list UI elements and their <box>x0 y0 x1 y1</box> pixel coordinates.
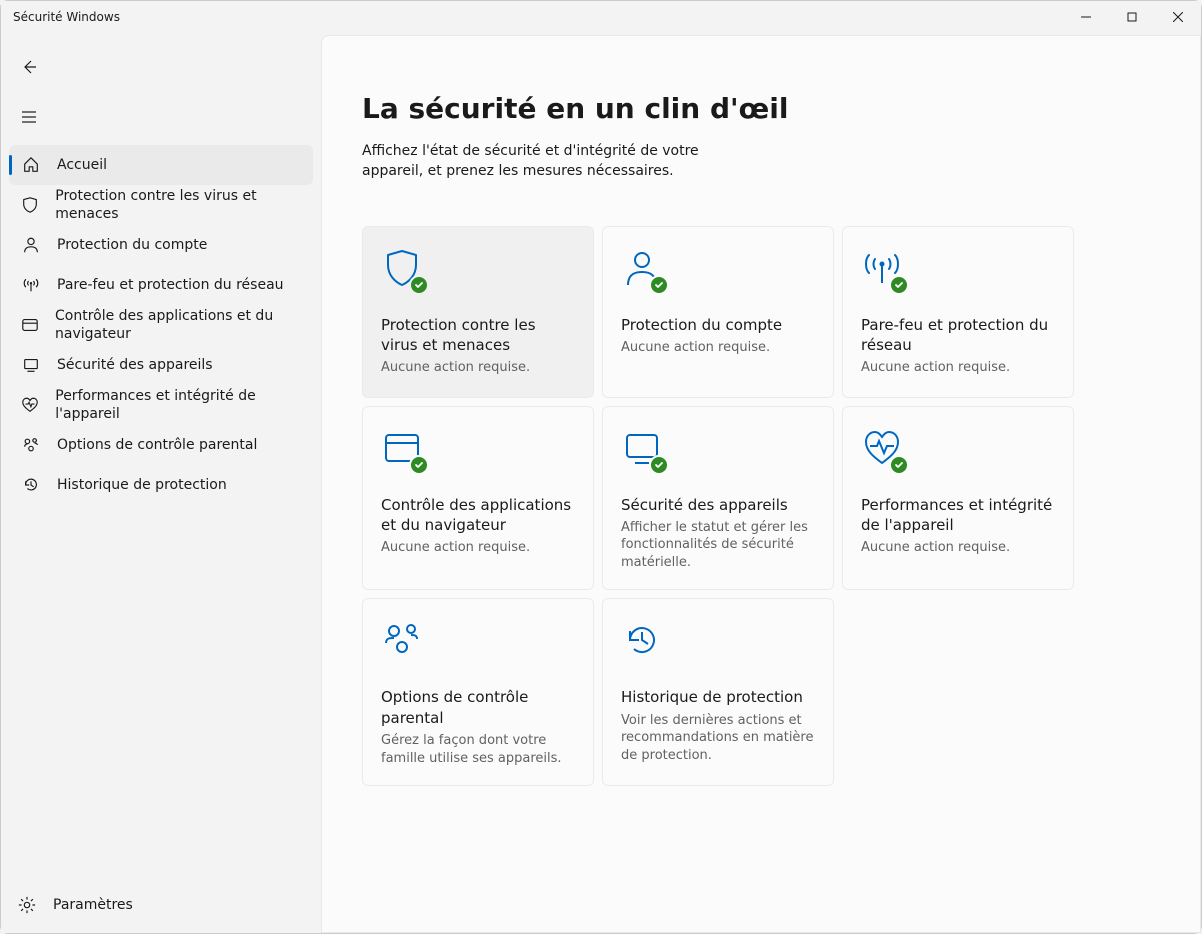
sidebar-item-home[interactable]: Accueil <box>9 145 313 185</box>
back-button[interactable] <box>9 49 49 85</box>
window-title: Sécurité Windows <box>13 10 1063 24</box>
tile-title: Performances et intégrité de l'appareil <box>861 495 1055 536</box>
titlebar: Sécurité Windows <box>1 1 1201 33</box>
page-title: La sécurité en un clin d'œil <box>362 92 1200 125</box>
tile-family[interactable]: Options de contrôle parental Gérez la fa… <box>362 598 594 786</box>
heart-icon <box>21 395 39 415</box>
tile-title: Protection du compte <box>621 315 815 335</box>
sidebar-item-label: Historique de protection <box>57 476 227 494</box>
page-subtitle: Affichez l'état de sécurité et d'intégri… <box>362 141 762 182</box>
tile-status: Aucune action requise. <box>861 359 1055 377</box>
sidebar-item-label: Paramètres <box>53 896 133 914</box>
tile-history[interactable]: Historique de protection Voir les derniè… <box>602 598 834 786</box>
main-content: La sécurité en un clin d'œil Affichez l'… <box>321 35 1201 933</box>
tile-title: Options de contrôle parental <box>381 687 575 728</box>
tile-device[interactable]: Sécurité des appareils Afficher le statu… <box>602 406 834 591</box>
check-badge-icon <box>649 455 669 475</box>
sidebar-item-label: Sécurité des appareils <box>57 356 213 374</box>
sidebar-item-label: Accueil <box>57 156 107 174</box>
close-button[interactable] <box>1155 1 1201 33</box>
tile-status: Gérez la façon dont votre famille utilis… <box>381 732 575 767</box>
family-icon <box>21 435 41 455</box>
antenna-icon <box>861 247 909 295</box>
shield-icon <box>381 247 429 295</box>
check-badge-icon <box>889 455 909 475</box>
window-icon <box>381 427 429 475</box>
tile-virus[interactable]: Protection contre les virus et menaces A… <box>362 226 594 398</box>
sidebar-item-label: Performances et intégrité de l'appareil <box>55 387 301 423</box>
sidebar-item-virus[interactable]: Protection contre les virus et menaces <box>9 185 313 225</box>
maximize-button[interactable] <box>1109 1 1155 33</box>
sidebar-item-label: Contrôle des applications et du navigate… <box>55 307 301 343</box>
sidebar-item-label: Pare-feu et protection du réseau <box>57 276 284 294</box>
tile-title: Historique de protection <box>621 687 815 707</box>
sidebar-item-account[interactable]: Protection du compte <box>9 225 313 265</box>
tile-title: Pare-feu et protection du réseau <box>861 315 1055 356</box>
gear-icon <box>17 895 37 915</box>
menu-button[interactable] <box>9 99 49 135</box>
sidebar-item-label: Protection du compte <box>57 236 207 254</box>
home-icon <box>21 155 41 175</box>
sidebar-item-history[interactable]: Historique de protection <box>9 465 313 505</box>
family-icon <box>381 619 429 667</box>
tile-title: Protection contre les virus et menaces <box>381 315 575 356</box>
tile-title: Contrôle des applications et du navigate… <box>381 495 575 536</box>
device-icon <box>621 427 669 475</box>
sidebar-item-family[interactable]: Options de contrôle parental <box>9 425 313 465</box>
sidebar-item-firewall[interactable]: Pare-feu et protection du réseau <box>9 265 313 305</box>
check-badge-icon <box>649 275 669 295</box>
heart-icon <box>861 427 909 475</box>
device-icon <box>21 355 41 375</box>
sidebar-item-performance[interactable]: Performances et intégrité de l'appareil <box>9 385 313 425</box>
sidebar-item-device[interactable]: Sécurité des appareils <box>9 345 313 385</box>
sidebar-item-settings[interactable]: Paramètres <box>5 885 317 925</box>
tile-status: Afficher le statut et gérer les fonction… <box>621 519 815 572</box>
sidebar-item-label: Options de contrôle parental <box>57 436 257 454</box>
tile-status: Aucune action requise. <box>621 339 815 357</box>
tile-grid: Protection contre les virus et menaces A… <box>362 226 1200 786</box>
sidebar-item-app-browser[interactable]: Contrôle des applications et du navigate… <box>9 305 313 345</box>
check-badge-icon <box>889 275 909 295</box>
tile-status: Voir les dernières actions et recommanda… <box>621 712 815 765</box>
window-controls <box>1063 1 1201 33</box>
tile-status: Aucune action requise. <box>381 539 575 557</box>
check-badge-icon <box>409 275 429 295</box>
tile-status: Aucune action requise. <box>861 539 1055 557</box>
history-icon <box>21 475 41 495</box>
history-icon <box>621 619 669 667</box>
sidebar: Accueil Protection contre les virus et m… <box>1 33 321 933</box>
person-icon <box>621 247 669 295</box>
sidebar-item-label: Protection contre les virus et menaces <box>55 187 301 223</box>
person-icon <box>21 235 41 255</box>
tile-app-browser[interactable]: Contrôle des applications et du navigate… <box>362 406 594 591</box>
check-badge-icon <box>409 455 429 475</box>
tile-firewall[interactable]: Pare-feu et protection du réseau Aucune … <box>842 226 1074 398</box>
antenna-icon <box>21 275 41 295</box>
tile-status: Aucune action requise. <box>381 359 575 377</box>
tile-performance[interactable]: Performances et intégrité de l'appareil … <box>842 406 1074 591</box>
tile-title: Sécurité des appareils <box>621 495 815 515</box>
minimize-button[interactable] <box>1063 1 1109 33</box>
window-icon <box>21 315 39 335</box>
tile-account[interactable]: Protection du compte Aucune action requi… <box>602 226 834 398</box>
shield-icon <box>21 195 39 215</box>
